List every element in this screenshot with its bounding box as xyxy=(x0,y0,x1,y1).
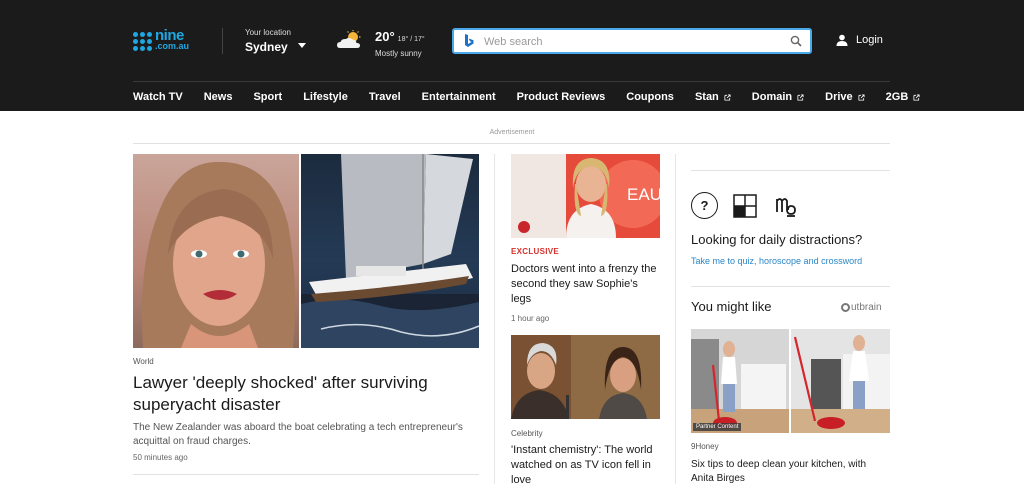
right-divider xyxy=(691,170,890,171)
logo-dots-icon xyxy=(133,31,152,51)
quiz-icon[interactable]: ? xyxy=(691,192,718,219)
weather-condition: Mostly sunny xyxy=(375,49,422,58)
article-image[interactable] xyxy=(511,335,660,419)
article-image[interactable]: EAU xyxy=(511,154,660,238)
nav-item-drive[interactable]: Drive xyxy=(825,89,865,105)
hero-portrait-image xyxy=(133,154,299,348)
partner-content-badge: Partner Content xyxy=(693,423,742,431)
search-input[interactable] xyxy=(484,33,784,50)
web-search-box[interactable] xyxy=(452,28,812,54)
login-button[interactable]: Login xyxy=(836,34,883,46)
temperature: 20° xyxy=(375,29,395,44)
location-label: Your location xyxy=(245,28,291,37)
hero-divider xyxy=(133,474,479,475)
crossword-icon[interactable] xyxy=(733,193,757,218)
article-headline[interactable]: 'Instant chemistry': The world watched o… xyxy=(511,443,661,488)
column-divider xyxy=(494,154,495,484)
image-text: EAU xyxy=(627,185,660,204)
you-might-like-heading: You might like xyxy=(691,299,772,314)
sponsored-article-image[interactable]: Partner Content xyxy=(691,329,890,433)
external-link-icon xyxy=(913,93,920,101)
sponsored-headline[interactable]: Six tips to deep clean your kitchen, wit… xyxy=(691,458,890,486)
external-link-icon xyxy=(797,93,804,101)
article-category-tag[interactable]: Celebrity xyxy=(511,429,543,438)
location-selector[interactable]: Your location Sydney xyxy=(245,28,291,54)
nav-item-stan[interactable]: Stan xyxy=(695,89,731,105)
header-divider xyxy=(222,28,223,54)
hero-timestamp: 50 minutes ago xyxy=(133,453,188,462)
sponsored-source: 9Honey xyxy=(691,442,719,451)
nav-item-domain[interactable]: Domain xyxy=(752,89,804,105)
nav-item-2gb[interactable]: 2GB xyxy=(886,89,921,105)
nav-item-watch-tv[interactable]: Watch TV xyxy=(133,89,183,105)
location-city: Sydney xyxy=(245,40,288,54)
nav-item-news[interactable]: News xyxy=(204,89,233,105)
logo-text-line1: nine xyxy=(155,27,184,44)
bing-icon xyxy=(465,34,474,47)
partly-sunny-icon xyxy=(337,30,361,48)
nav-item-travel[interactable]: Travel xyxy=(369,89,401,105)
chevron-down-icon[interactable] xyxy=(298,43,306,48)
nav-item-entertainment[interactable]: Entertainment xyxy=(422,89,496,105)
distractions-icons: ? xyxy=(691,192,797,219)
outbrain-logo[interactable]: utbrain xyxy=(841,302,882,313)
user-icon xyxy=(836,34,848,46)
horoscope-icon[interactable] xyxy=(775,195,797,217)
exclusive-badge: EXCLUSIVE xyxy=(511,247,560,256)
nav-item-product-reviews[interactable]: Product Reviews xyxy=(517,89,606,105)
advertisement-label: Advertisement xyxy=(489,129,535,136)
hero-yacht-image xyxy=(301,154,479,348)
right-divider xyxy=(691,286,890,287)
main-nav: Watch TV News Sport Lifestyle Travel Ent… xyxy=(133,89,941,105)
nav-item-coupons[interactable]: Coupons xyxy=(626,89,674,105)
logo-text-line2: .com.au xyxy=(155,41,190,51)
external-link-icon xyxy=(858,93,865,101)
hero-headline[interactable]: Lawyer 'deeply shocked' after surviving … xyxy=(133,372,479,416)
nav-item-lifestyle[interactable]: Lifestyle xyxy=(303,89,348,105)
external-link-icon xyxy=(724,93,731,101)
distractions-link[interactable]: Take me to quiz, horoscope and crossword xyxy=(691,256,862,266)
article-headline[interactable]: Doctors went into a frenzy the second th… xyxy=(511,262,661,307)
hero-description: The New Zealander was aboard the boat ce… xyxy=(133,422,463,447)
outbrain-o-icon xyxy=(841,303,850,312)
nav-divider xyxy=(133,81,890,82)
article-timestamp: 1 hour ago xyxy=(511,314,550,323)
nav-item-sport[interactable]: Sport xyxy=(253,89,282,105)
weather-widget[interactable]: 20° 18° / 17° Mostly sunny xyxy=(375,28,425,58)
login-label: Login xyxy=(856,34,883,46)
hero-image[interactable] xyxy=(133,154,479,348)
search-icon[interactable] xyxy=(790,35,802,47)
column-divider xyxy=(675,154,676,484)
ad-divider xyxy=(133,143,890,144)
hero-category-tag[interactable]: World xyxy=(133,357,154,366)
nine-logo[interactable]: nine .com.au xyxy=(133,28,203,54)
site-header: nine .com.au Your location Sydney 20° 18°… xyxy=(0,0,1024,111)
temp-high-low: 18° / 17° xyxy=(397,36,425,43)
distractions-title: Looking for daily distractions? xyxy=(691,232,863,247)
